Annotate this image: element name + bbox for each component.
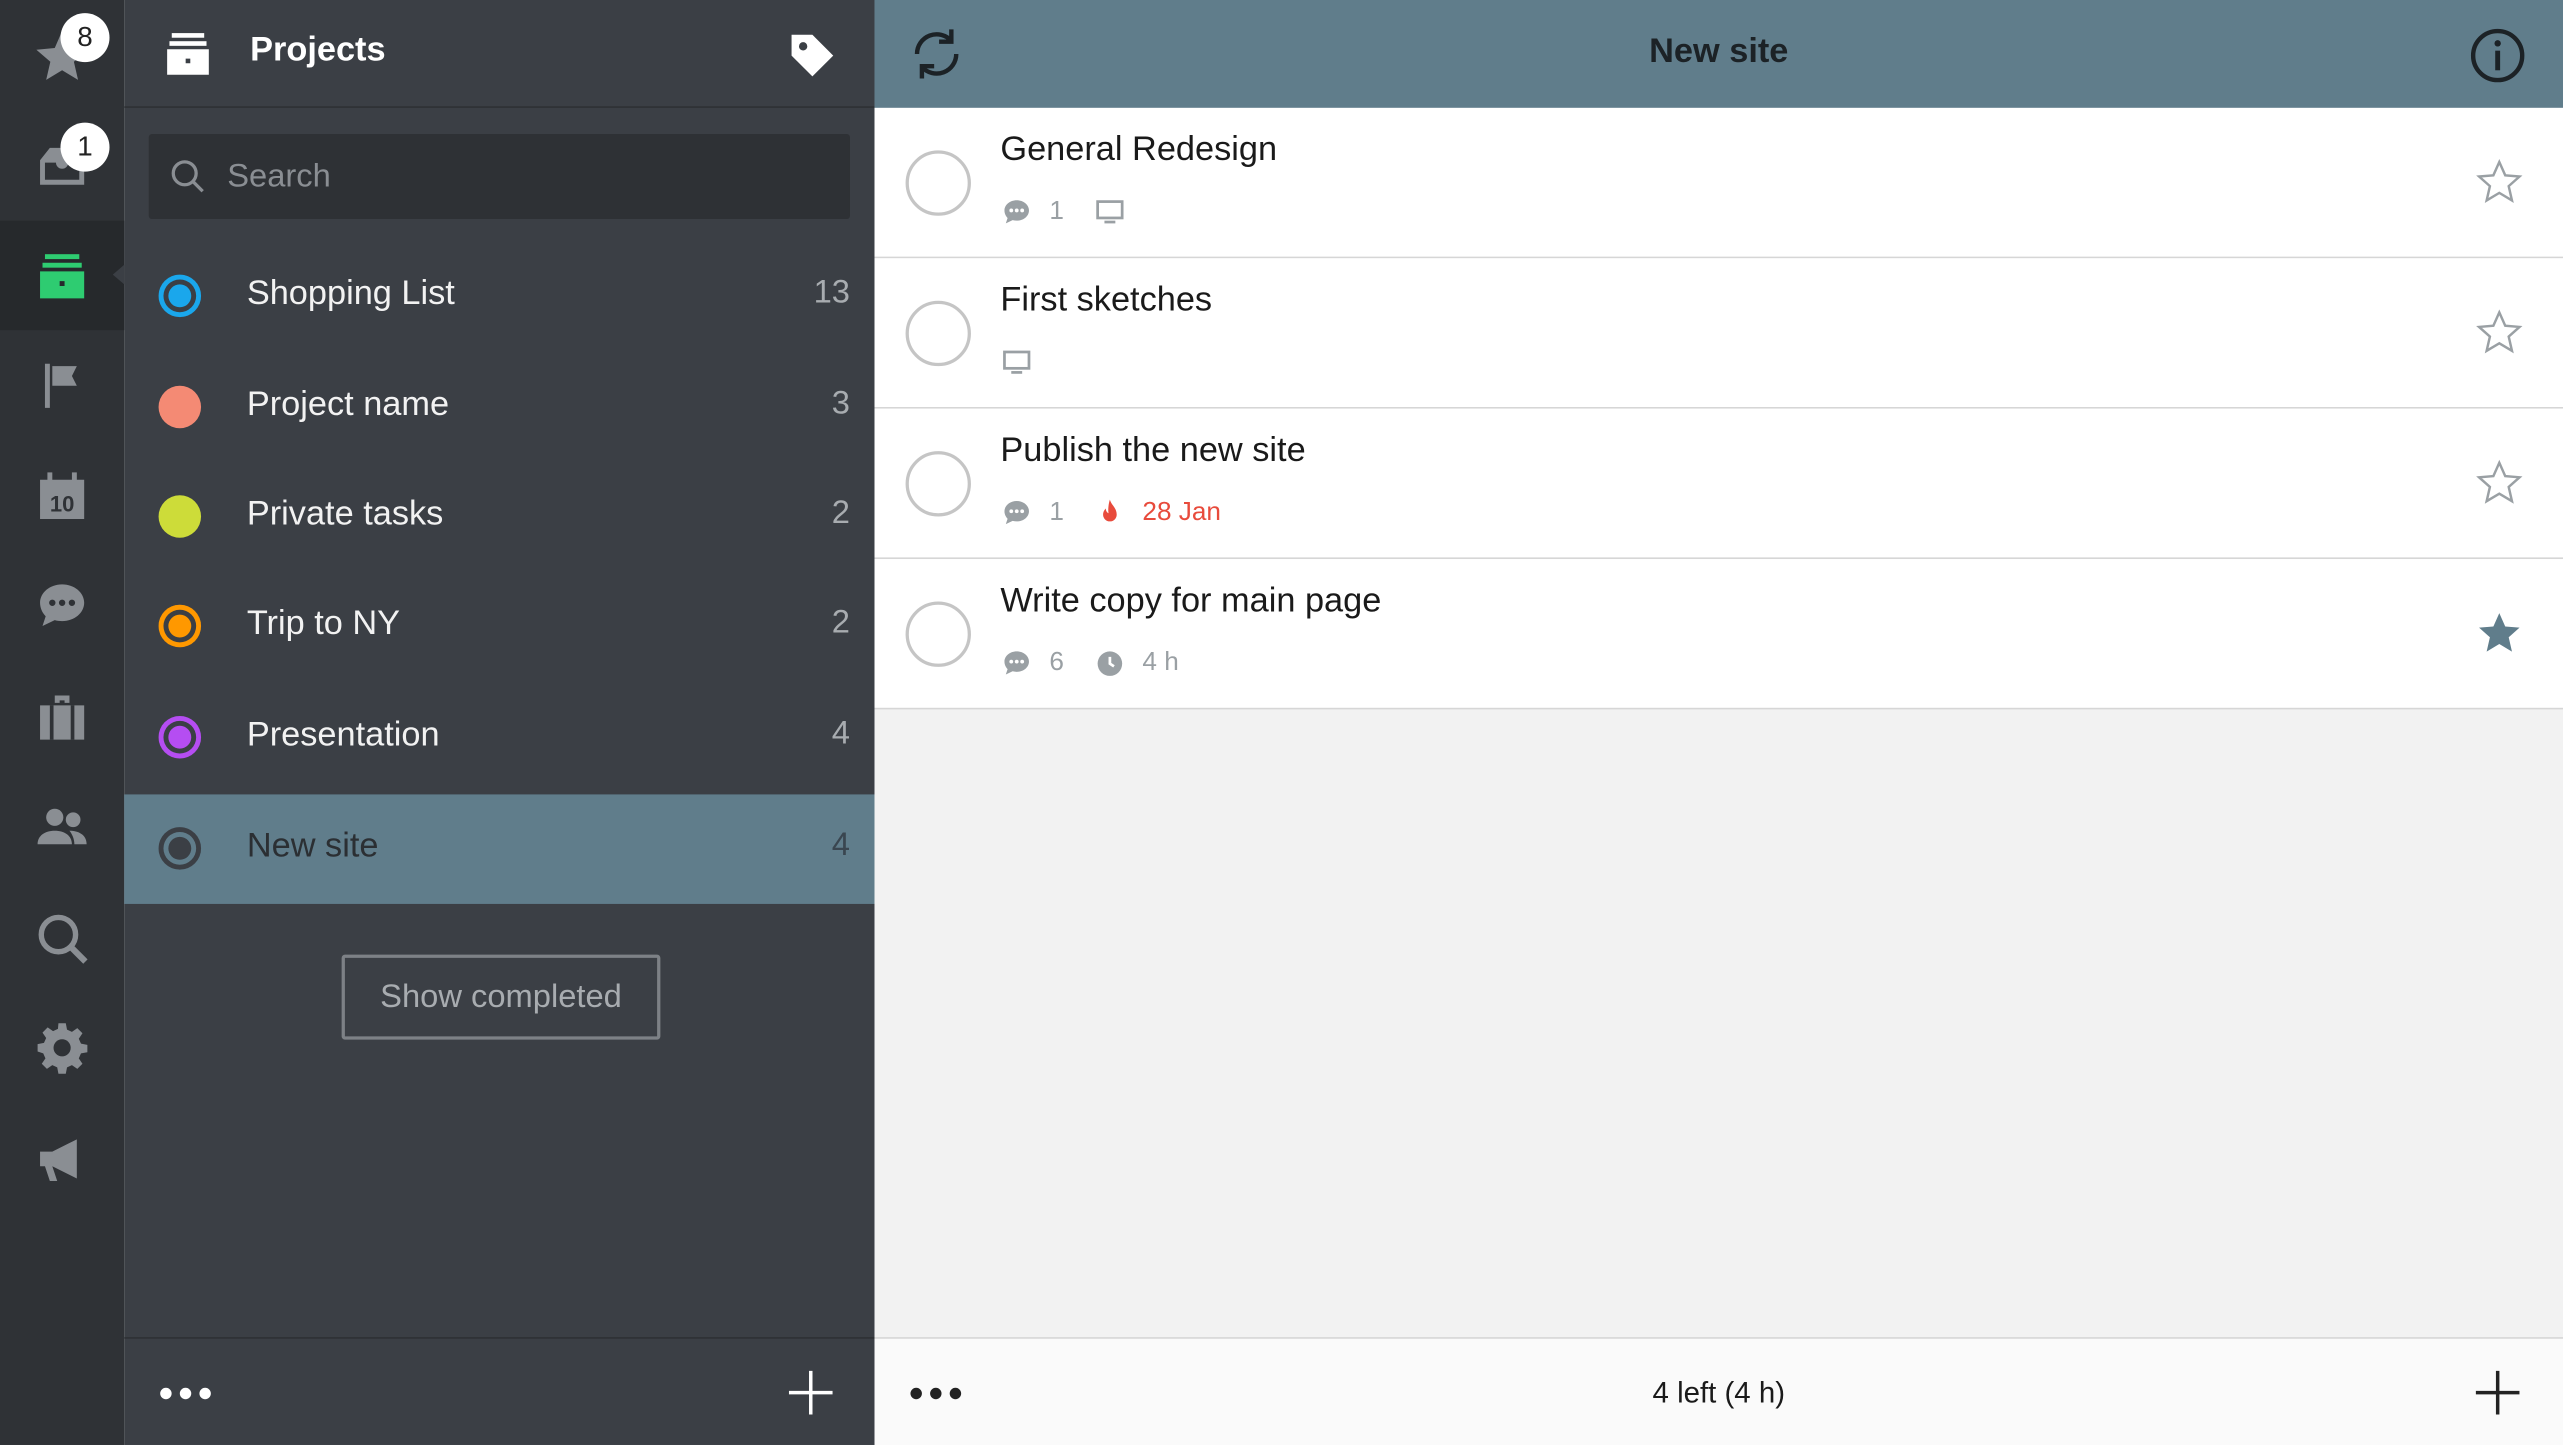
show-completed-button[interactable]: Show completed	[341, 954, 661, 1040]
project-count: 2	[831, 495, 850, 532]
search-icon	[171, 160, 204, 193]
project-color-dot	[158, 385, 202, 429]
project-name: New site	[246, 827, 379, 865]
rail-chat[interactable]	[0, 551, 124, 661]
task-checkbox[interactable]	[905, 150, 971, 216]
star-filled-icon[interactable]	[2475, 608, 2524, 657]
task-title: First sketches	[1000, 281, 1213, 319]
task-title: Publish the new site	[1000, 431, 1306, 470]
project-item-shopping-list[interactable]: Shopping List 13	[124, 242, 874, 352]
task-row[interactable]: Publish the new site 1 28 Jan	[874, 408, 2563, 560]
task-checkbox[interactable]	[905, 451, 971, 517]
project-name: Shopping List	[246, 274, 455, 313]
projects-panel: Projects Shopping List 13 Project name 3…	[124, 0, 875, 1445]
project-color-dot	[158, 827, 202, 870]
search-icon	[38, 913, 88, 963]
search-input[interactable]	[227, 134, 833, 220]
rail-flags[interactable]	[0, 330, 124, 440]
project-count: 3	[831, 385, 850, 422]
star-outline-icon[interactable]	[2475, 307, 2524, 356]
duration: 4 h	[1142, 648, 1179, 677]
calendar-day: 10	[50, 491, 75, 516]
device-icon	[1003, 350, 1031, 374]
nav-rail: 8 1 10	[0, 0, 125, 1445]
comment-count: 1	[1049, 498, 1064, 527]
task-row[interactable]: First sketches	[874, 258, 2563, 409]
due-date: 28 Jan	[1142, 498, 1221, 527]
rail-projects[interactable]	[0, 220, 125, 331]
project-item-presentation[interactable]: Presentation 4	[124, 683, 874, 793]
search-box[interactable]	[148, 134, 850, 220]
people-icon	[37, 807, 87, 844]
rail-settings[interactable]	[0, 992, 124, 1102]
comment-count: 6	[1049, 648, 1064, 677]
task-meta: 1	[1000, 193, 1142, 232]
task-list-pane: New site General Redesign 1 First sketch…	[874, 0, 2563, 1445]
task-meta: 6 4 h	[1000, 644, 1179, 683]
chat-icon	[40, 583, 85, 626]
briefcase-icon	[40, 694, 85, 739]
flag-icon	[44, 362, 77, 408]
projects-footer	[124, 1337, 875, 1445]
project-count: 4	[831, 715, 850, 752]
task-title: Write copy for main page	[1000, 581, 1382, 620]
star-outline-icon[interactable]	[2475, 458, 2524, 507]
tag-icon[interactable]	[785, 28, 841, 84]
projects-icon	[40, 253, 85, 298]
add-project-icon[interactable]	[785, 1367, 837, 1419]
task-meta: 1 28 Jan	[1000, 494, 1221, 533]
task-row[interactable]: Write copy for main page 6 4 h	[874, 559, 2563, 710]
rail-calendar[interactable]: 10	[0, 441, 124, 551]
project-name: Project name	[246, 385, 450, 424]
project-count: 13	[813, 274, 850, 311]
comment-icon	[1004, 200, 1029, 224]
task-checkbox[interactable]	[905, 601, 971, 667]
rail-announcements[interactable]	[0, 1103, 124, 1213]
task-title: General Redesign	[1000, 130, 1278, 169]
calendar-icon: 10	[40, 471, 85, 519]
rail-search[interactable]	[0, 883, 124, 993]
project-item-new-site[interactable]: New site 4	[124, 794, 875, 904]
comment-icon	[1004, 501, 1029, 525]
task-list-footer: 4 left (4 h)	[874, 1337, 2563, 1445]
info-icon[interactable]	[2468, 26, 2527, 85]
task-checkbox[interactable]	[905, 300, 971, 367]
project-item-trip-to-ny[interactable]: Trip to NY 2	[124, 572, 874, 682]
rail-briefcase[interactable]	[0, 662, 124, 772]
project-item-private-tasks[interactable]: Private tasks 2	[124, 463, 874, 573]
project-count: 2	[831, 604, 850, 641]
rail-people[interactable]	[0, 772, 124, 882]
project-name: Presentation	[246, 715, 440, 754]
clock-icon	[1097, 651, 1122, 676]
projects-header: Projects	[124, 0, 875, 108]
project-name: Trip to NY	[246, 604, 401, 643]
device-icon	[1096, 200, 1124, 224]
project-count: 4	[831, 827, 850, 864]
project-color-dot	[158, 604, 202, 648]
page-title: New site	[1649, 32, 1789, 71]
tasks-left-status: 4 left (4 h)	[1652, 1376, 1786, 1410]
rail-favorites[interactable]: 8	[0, 0, 124, 110]
task-meta	[1000, 343, 1049, 382]
project-item-project-name[interactable]: Project name 3	[124, 353, 874, 463]
projects-icon	[167, 33, 209, 75]
project-name: Private tasks	[246, 495, 444, 533]
add-task-icon[interactable]	[2472, 1367, 2524, 1419]
megaphone-icon	[40, 1138, 77, 1181]
project-color-dot	[158, 715, 202, 759]
project-color-dot	[158, 274, 202, 318]
projects-title: Projects	[250, 31, 386, 69]
task-row[interactable]: General Redesign 1	[874, 107, 2563, 259]
gear-icon	[37, 1022, 88, 1073]
more-options-icon[interactable]	[160, 1387, 211, 1400]
rail-inbox[interactable]: 1	[0, 110, 124, 220]
star-outline-icon[interactable]	[2475, 157, 2524, 206]
inbox-badge: 1	[60, 122, 110, 172]
project-color-dot	[158, 495, 202, 538]
favorites-badge: 8	[60, 13, 110, 63]
task-list-header: New site	[874, 0, 2563, 108]
fire-icon	[1102, 499, 1117, 522]
comment-icon	[1004, 651, 1029, 675]
comment-count: 1	[1049, 197, 1064, 226]
